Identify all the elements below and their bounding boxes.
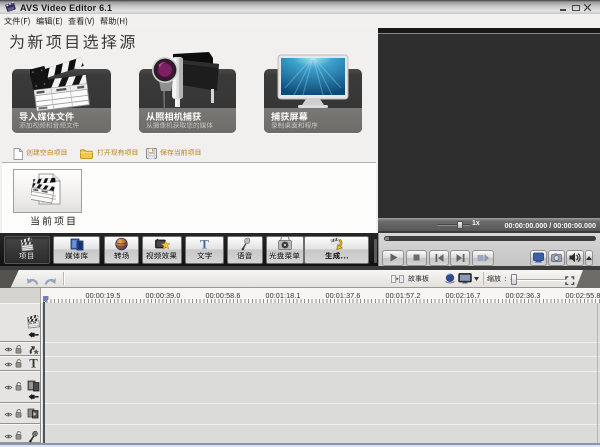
svg-text:T: T — [200, 237, 209, 251]
svg-text:T: T — [29, 357, 38, 369]
